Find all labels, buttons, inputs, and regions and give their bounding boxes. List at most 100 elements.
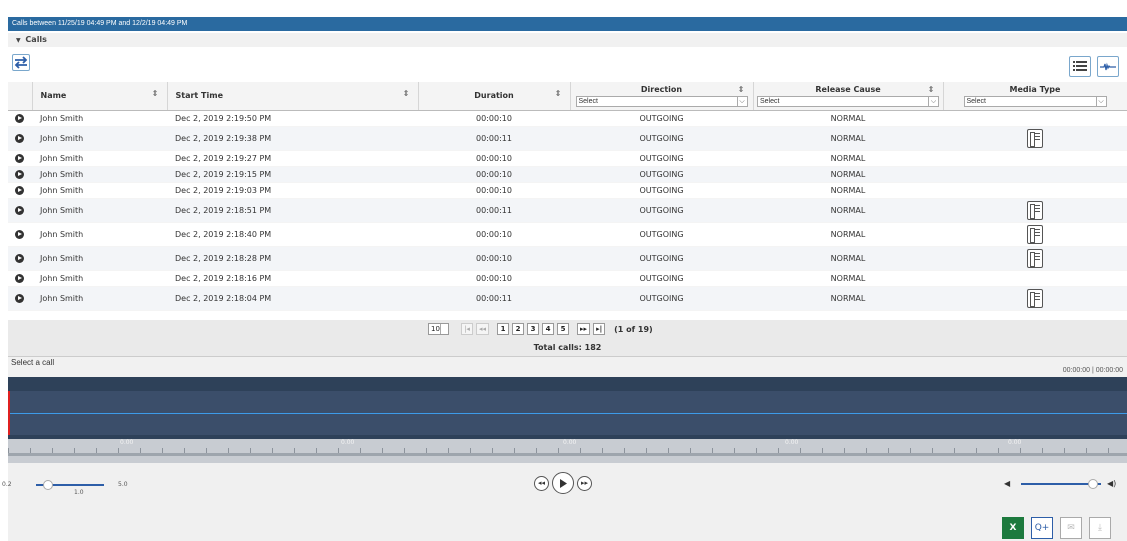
cell-duration: 00:00:10 (418, 150, 570, 167)
phone-icon (1027, 128, 1043, 148)
column-header-name[interactable]: Name ⇕ (32, 82, 168, 111)
volume-slider-thumb[interactable] (1088, 479, 1098, 489)
column-header-duration[interactable]: Duration ⇕ (418, 82, 571, 111)
playhead-cursor[interactable] (8, 391, 10, 435)
page-button-3[interactable]: 3 (527, 323, 540, 335)
expand-row-icon[interactable] (15, 169, 24, 179)
waveform-view[interactable] (8, 377, 1127, 439)
paginator: 10 |◂ ◂◂ 1 2 3 4 5 ▸▸ ▸| (1 of 19) Total… (8, 320, 1127, 356)
table-row[interactable]: John Smith Dec 2, 2019 2:19:03 PM 00:00:… (8, 182, 1127, 199)
cell-media-type (943, 182, 1127, 199)
page-button-5[interactable]: 5 (557, 323, 570, 335)
select-value: Select (760, 97, 780, 105)
column-header-media-type[interactable]: Media Type Select ⌵ (943, 82, 1127, 111)
first-page-button[interactable]: |◂ (461, 323, 473, 335)
expand-row-icon[interactable] (15, 185, 24, 195)
page-button-4[interactable]: 4 (542, 323, 555, 335)
waveform-view-button[interactable] (1097, 56, 1119, 77)
cell-start-time: Dec 2, 2019 2:19:03 PM (167, 182, 418, 199)
speed-current-label: 1.0 (74, 489, 84, 496)
expand-row-icon[interactable] (15, 153, 24, 163)
page-info: (1 of 19) (614, 324, 653, 334)
sort-icon[interactable]: ⇕ (928, 85, 935, 94)
speaker-mute-icon[interactable]: ◀ (1004, 479, 1010, 488)
cell-release-cause: NORMAL (753, 246, 943, 271)
play-button[interactable] (552, 472, 574, 494)
cell-direction: OUTGOING (570, 286, 753, 311)
next-page-button[interactable]: ▸▸ (577, 323, 591, 335)
fast-forward-button[interactable]: ▸▸ (577, 475, 592, 491)
envelope-icon: ✉ (1067, 523, 1075, 533)
page-button-1[interactable]: 1 (497, 323, 510, 335)
cell-media-type (943, 222, 1127, 247)
cell-start-time: Dec 2, 2019 2:19:38 PM (167, 126, 418, 151)
table-row[interactable]: John Smith Dec 2, 2019 2:18:51 PM 00:00:… (8, 198, 1127, 223)
ruler-label: 0.00 (120, 439, 134, 446)
sort-icon[interactable]: ⇕ (152, 89, 159, 98)
cell-release-cause: NORMAL (753, 182, 943, 199)
table-row[interactable]: John Smith Dec 2, 2019 2:18:28 PM 00:00:… (8, 246, 1127, 271)
cell-start-time: Dec 2, 2019 2:18:04 PM (167, 286, 418, 311)
cell-media-type (943, 110, 1127, 127)
fast-forward-icon: ▸▸ (580, 479, 589, 487)
cell-direction: OUTGOING (570, 270, 753, 287)
sort-icon[interactable]: ⇕ (555, 89, 562, 98)
last-page-button[interactable]: ▸| (593, 323, 606, 335)
column-header-direction[interactable]: Direction ⇕ Select ⌵ (570, 82, 754, 111)
table-row[interactable]: John Smith Dec 2, 2019 2:19:15 PM 00:00:… (8, 166, 1127, 183)
page-button-2[interactable]: 2 (512, 323, 525, 335)
expand-row-icon[interactable] (15, 113, 24, 123)
expand-row-icon[interactable] (15, 229, 24, 239)
cell-duration: 00:00:10 (418, 222, 570, 247)
cell-release-cause: NORMAL (753, 222, 943, 247)
export-excel-button[interactable]: X (1002, 517, 1024, 539)
prev-page-button[interactable]: ◂◂ (476, 323, 490, 335)
download-button[interactable]: ⤓ (1089, 517, 1111, 539)
cell-release-cause: NORMAL (753, 166, 943, 183)
speed-slider-thumb[interactable] (42, 480, 53, 490)
cell-name: John Smith (32, 182, 167, 199)
table-row[interactable]: John Smith Dec 2, 2019 2:18:04 PM 00:00:… (8, 286, 1127, 311)
transport-controls: ◂◂ ▸▸ (534, 472, 592, 494)
expand-row-icon[interactable] (15, 133, 24, 143)
expand-row-icon[interactable] (15, 205, 24, 215)
table-row[interactable]: John Smith Dec 2, 2019 2:19:38 PM 00:00:… (8, 126, 1127, 151)
media-type-filter-select[interactable]: Select ⌵ (963, 95, 1107, 107)
table-row[interactable]: John Smith Dec 2, 2019 2:19:27 PM 00:00:… (8, 150, 1127, 167)
cell-media-type (943, 246, 1127, 271)
sort-icon[interactable]: ⇕ (403, 89, 410, 98)
expand-column-header (8, 82, 33, 111)
cell-name: John Smith (32, 222, 167, 247)
page-size-select[interactable]: 10 (428, 323, 449, 335)
cell-duration: 00:00:10 (418, 182, 570, 199)
swap-button[interactable] (12, 54, 30, 71)
column-label: Release Cause (815, 84, 881, 94)
timeline-ruler[interactable]: 0.00 0.00 0.00 0.00 0.00 (8, 439, 1127, 463)
table-row[interactable]: John Smith Dec 2, 2019 2:18:40 PM 00:00:… (8, 222, 1127, 247)
calls-section-toggle[interactable]: ▼ Calls (8, 33, 1127, 47)
direction-filter-select[interactable]: Select ⌵ (575, 95, 748, 107)
zoom-in-button[interactable]: Q+ (1031, 517, 1053, 539)
chevron-down-icon: ⌵ (928, 95, 938, 107)
expand-row-icon[interactable] (15, 253, 24, 263)
expand-row-icon[interactable] (15, 273, 24, 283)
list-view-button[interactable] (1069, 56, 1091, 77)
table-row[interactable]: John Smith Dec 2, 2019 2:19:50 PM 00:00:… (8, 110, 1127, 127)
release-cause-filter-select[interactable]: Select ⌵ (757, 95, 939, 107)
expand-row-icon[interactable] (15, 293, 24, 303)
email-button[interactable]: ✉ (1060, 517, 1082, 539)
speaker-loud-icon[interactable]: ◀) (1107, 479, 1116, 488)
column-header-start-time[interactable]: Start Time ⇕ (167, 82, 419, 111)
excel-icon: X (1009, 523, 1017, 533)
column-header-release-cause[interactable]: Release Cause ⇕ Select ⌵ (753, 82, 944, 111)
cell-direction: OUTGOING (570, 198, 753, 223)
rewind-button[interactable]: ◂◂ (534, 475, 549, 491)
cell-direction: OUTGOING (570, 182, 753, 199)
sort-icon[interactable]: ⇕ (738, 85, 745, 94)
play-icon (560, 478, 567, 488)
table-row[interactable]: John Smith Dec 2, 2019 2:18:16 PM 00:00:… (8, 270, 1127, 287)
speed-min-label: 0.2 (2, 481, 12, 488)
column-label: Start Time (175, 91, 224, 101)
player-status-text: Select a call (11, 358, 55, 367)
playback-time: 00:00:00 | 00:00:00 (1062, 367, 1123, 374)
